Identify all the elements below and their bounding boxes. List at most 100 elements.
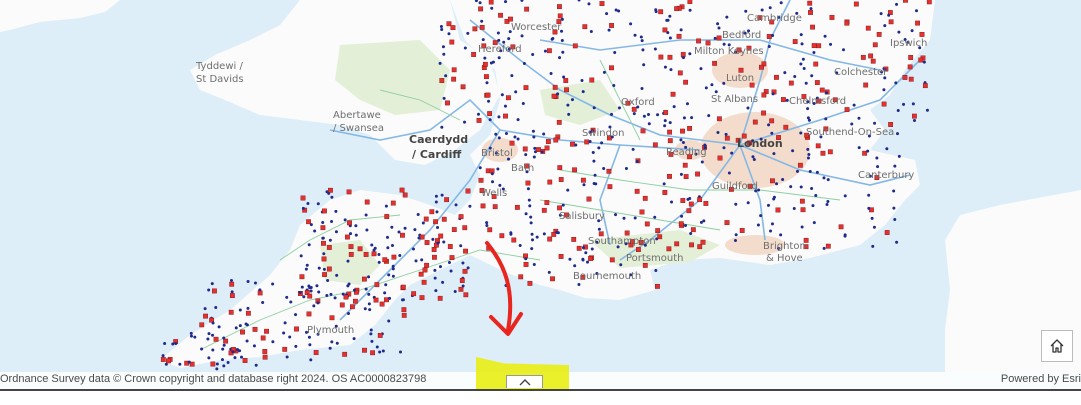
blue-point-marker[interactable] (294, 344, 298, 348)
red-point-marker[interactable] (306, 311, 312, 317)
red-point-marker[interactable] (429, 209, 435, 215)
blue-point-marker[interactable] (211, 348, 215, 352)
red-point-marker[interactable] (223, 338, 229, 344)
blue-point-marker[interactable] (867, 206, 871, 210)
red-point-marker[interactable] (667, 129, 673, 135)
blue-point-marker[interactable] (524, 257, 528, 261)
red-point-marker[interactable] (911, 113, 917, 119)
red-point-marker[interactable] (374, 282, 380, 288)
blue-point-marker[interactable] (624, 167, 628, 171)
blue-point-marker[interactable] (174, 341, 178, 345)
red-point-marker[interactable] (658, 9, 664, 15)
blue-point-marker[interactable] (639, 35, 643, 39)
red-point-marker[interactable] (589, 77, 595, 83)
blue-point-marker[interactable] (413, 228, 417, 232)
blue-point-marker[interactable] (203, 307, 207, 311)
red-point-marker[interactable] (703, 201, 709, 206)
blue-point-marker[interactable] (285, 355, 289, 359)
blue-point-marker[interactable] (193, 335, 197, 339)
red-point-marker[interactable] (576, 245, 582, 251)
blue-point-marker[interactable] (679, 138, 683, 142)
blue-point-marker[interactable] (593, 173, 597, 177)
red-point-marker[interactable] (487, 111, 493, 116)
red-point-marker[interactable] (210, 361, 216, 367)
blue-point-marker[interactable] (759, 214, 763, 218)
red-point-marker[interactable] (306, 219, 311, 225)
blue-point-marker[interactable] (221, 347, 225, 351)
red-point-marker[interactable] (819, 87, 825, 93)
blue-point-marker[interactable] (842, 48, 846, 52)
red-point-marker[interactable] (862, 150, 868, 156)
blue-point-marker[interactable] (325, 294, 329, 298)
blue-point-marker[interactable] (509, 232, 513, 236)
blue-point-marker[interactable] (752, 158, 756, 162)
blue-point-marker[interactable] (717, 26, 721, 30)
blue-point-marker[interactable] (804, 81, 808, 85)
red-point-marker[interactable] (769, 118, 775, 124)
red-point-marker[interactable] (350, 304, 355, 310)
red-point-marker[interactable] (644, 221, 650, 227)
blue-point-marker[interactable] (613, 50, 617, 54)
red-point-marker[interactable] (761, 110, 766, 116)
blue-point-marker[interactable] (222, 336, 226, 340)
blue-point-marker[interactable] (768, 6, 772, 10)
blue-point-marker[interactable] (663, 124, 667, 128)
blue-point-marker[interactable] (704, 86, 708, 90)
blue-point-marker[interactable] (653, 215, 657, 219)
red-point-marker[interactable] (424, 240, 430, 245)
red-point-marker[interactable] (418, 271, 424, 277)
blue-point-marker[interactable] (560, 39, 564, 43)
blue-point-marker[interactable] (298, 290, 302, 294)
blue-point-marker[interactable] (403, 226, 407, 230)
blue-point-marker[interactable] (642, 63, 646, 67)
blue-point-marker[interactable] (656, 113, 660, 117)
blue-point-marker[interactable] (633, 33, 637, 37)
red-point-marker[interactable] (229, 293, 235, 299)
blue-point-marker[interactable] (316, 301, 320, 305)
blue-point-marker[interactable] (504, 0, 508, 4)
red-point-marker[interactable] (908, 76, 914, 82)
blue-point-marker[interactable] (229, 278, 233, 282)
red-point-marker[interactable] (524, 6, 530, 12)
powered-by-text[interactable]: Powered by Esri (1001, 373, 1081, 385)
red-point-marker[interactable] (433, 219, 438, 225)
blue-point-marker[interactable] (261, 300, 265, 304)
blue-point-marker[interactable] (529, 221, 533, 225)
blue-point-marker[interactable] (912, 118, 916, 122)
blue-point-marker[interactable] (444, 74, 448, 78)
red-point-marker[interactable] (541, 207, 547, 213)
blue-point-marker[interactable] (662, 182, 666, 186)
blue-point-marker[interactable] (375, 345, 379, 349)
red-point-marker[interactable] (553, 137, 559, 143)
blue-point-marker[interactable] (238, 308, 242, 312)
red-point-marker[interactable] (908, 55, 914, 60)
blue-point-marker[interactable] (663, 65, 667, 69)
blue-point-marker[interactable] (528, 204, 532, 208)
blue-point-marker[interactable] (414, 259, 418, 263)
red-point-marker[interactable] (260, 335, 266, 341)
red-point-marker[interactable] (479, 24, 485, 30)
blue-point-marker[interactable] (895, 2, 899, 6)
red-point-marker[interactable] (462, 268, 468, 274)
red-point-marker[interactable] (677, 70, 683, 76)
blue-point-marker[interactable] (390, 225, 394, 229)
red-point-marker[interactable] (584, 139, 590, 145)
red-point-marker[interactable] (384, 214, 390, 219)
red-point-marker[interactable] (774, 74, 779, 80)
red-point-marker[interactable] (503, 113, 508, 119)
blue-point-marker[interactable] (716, 22, 720, 26)
blue-point-marker[interactable] (367, 302, 371, 306)
blue-point-marker[interactable] (893, 218, 897, 222)
red-point-marker[interactable] (606, 168, 612, 174)
red-point-marker[interactable] (865, 25, 871, 31)
blue-point-marker[interactable] (700, 160, 704, 164)
blue-point-marker[interactable] (335, 273, 339, 277)
blue-point-marker[interactable] (440, 125, 444, 129)
red-point-marker[interactable] (863, 82, 869, 88)
blue-point-marker[interactable] (814, 193, 818, 197)
red-point-marker[interactable] (571, 236, 577, 242)
blue-point-marker[interactable] (438, 265, 442, 269)
red-point-marker[interactable] (563, 78, 569, 83)
red-point-marker[interactable] (347, 220, 352, 226)
blue-point-marker[interactable] (647, 122, 651, 126)
